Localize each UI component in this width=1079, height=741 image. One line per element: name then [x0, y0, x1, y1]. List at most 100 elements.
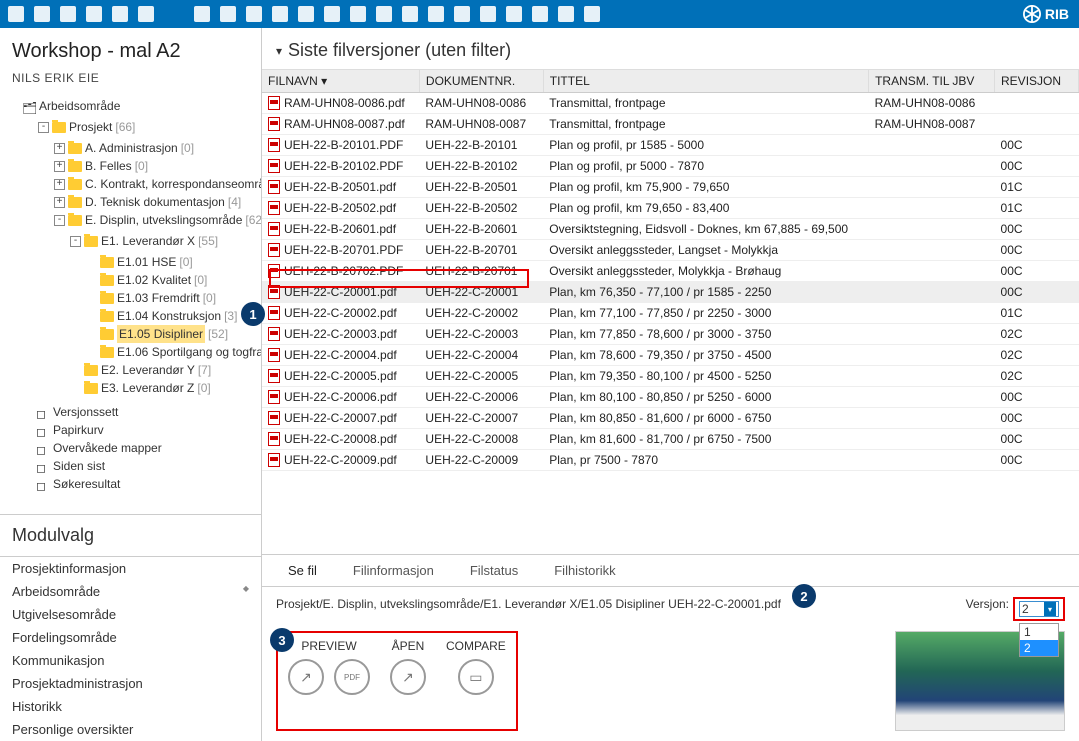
- toolbar-icon[interactable]: [220, 6, 236, 22]
- tree-item[interactable]: E1.01 HSE [0]: [86, 253, 261, 271]
- detail-tab[interactable]: Filstatus: [452, 555, 536, 586]
- tree-item[interactable]: -E. Displin, utvekslingsområde [62]-E1. …: [54, 211, 261, 397]
- table-row[interactable]: UEH-22-C-20003.pdfUEH-22-C-20003Plan, km…: [262, 324, 1079, 345]
- tree-item[interactable]: E1.06 Sportilgang og togframføring: [86, 343, 261, 361]
- expand-icon[interactable]: -: [54, 215, 65, 226]
- tree-extra-item[interactable]: ◻Søkeresultat: [22, 475, 261, 493]
- table-row[interactable]: UEH-22-C-20001.pdfUEH-22-C-20001Plan, km…: [262, 282, 1079, 303]
- file-grid-wrap[interactable]: FILNAVN ▾DOKUMENTNR.TITTELTRANSM. TIL JB…: [262, 69, 1079, 554]
- detail-tab[interactable]: Filhistorikk: [536, 555, 633, 586]
- expand-icon[interactable]: +: [54, 161, 65, 172]
- toolbar-icon[interactable]: [34, 6, 50, 22]
- toolbar-icon[interactable]: [350, 6, 366, 22]
- transmittal: [869, 324, 995, 345]
- tree-extra-item[interactable]: ◻Siden sist: [22, 457, 261, 475]
- module-item[interactable]: Personlige oversikter: [0, 718, 261, 741]
- tree-item[interactable]: E1.04 Konstruksjon [3]: [86, 307, 261, 325]
- toolbar-icon[interactable]: [86, 6, 102, 22]
- expand-icon[interactable]: +: [54, 143, 65, 154]
- toolbar-icon[interactable]: [246, 6, 262, 22]
- expand-icon[interactable]: -: [70, 236, 81, 247]
- table-row[interactable]: RAM-UHN08-0087.pdfRAM-UHN08-0087Transmit…: [262, 114, 1079, 135]
- tree-item[interactable]: E2. Leverandør Y [7]: [70, 361, 261, 379]
- table-row[interactable]: UEH-22-B-20701.PDFUEH-22-B-20701Oversikt…: [262, 240, 1079, 261]
- table-row[interactable]: UEH-22-C-20008.pdfUEH-22-C-20008Plan, km…: [262, 429, 1079, 450]
- preview-pdf-button[interactable]: PDF: [334, 659, 370, 695]
- expand-icon[interactable]: +: [54, 179, 65, 190]
- tree-item[interactable]: +C. Kontrakt, korrespondanseområdet [0]: [54, 175, 261, 193]
- table-row[interactable]: UEH-22-B-20601.pdfUEH-22-B-20601Oversikt…: [262, 219, 1079, 240]
- compare-button[interactable]: ▭: [458, 659, 494, 695]
- detail-tab[interactable]: Se fil: [270, 555, 335, 586]
- table-row[interactable]: UEH-22-B-20101.PDFUEH-22-B-20101Plan og …: [262, 135, 1079, 156]
- version-option[interactable]: 2: [1020, 640, 1058, 656]
- dropdown-arrow-icon: ▾: [1044, 602, 1056, 616]
- table-row[interactable]: RAM-UHN08-0086.pdfRAM-UHN08-0086Transmit…: [262, 93, 1079, 114]
- toolbar-icon[interactable]: [298, 6, 314, 22]
- table-row[interactable]: UEH-22-C-20006.pdfUEH-22-C-20006Plan, km…: [262, 387, 1079, 408]
- toolbar-icon[interactable]: [454, 6, 470, 22]
- version-select[interactable]: 2 ▾: [1019, 601, 1059, 617]
- version-option[interactable]: 1: [1020, 624, 1058, 640]
- tree-item[interactable]: +D. Teknisk dokumentasjon [4]: [54, 193, 261, 211]
- tree-item[interactable]: +A. Administrasjon [0]: [54, 139, 261, 157]
- chevron-down-icon[interactable]: ▾: [276, 44, 282, 58]
- expand-icon[interactable]: +: [54, 197, 65, 208]
- tree-item[interactable]: E1.05 Disipliner [52]: [86, 325, 261, 343]
- module-item[interactable]: Kommunikasjon: [0, 649, 261, 672]
- tree-root-item[interactable]: 🗂Arbeidsområde-Prosjekt [66]+A. Administ…: [22, 97, 261, 397]
- toolbar-icon[interactable]: [376, 6, 392, 22]
- expand-icon[interactable]: -: [38, 122, 49, 133]
- tree-item[interactable]: E1.03 Fremdrift [0]: [86, 289, 261, 307]
- column-header[interactable]: TITTEL: [543, 70, 868, 93]
- preview-button[interactable]: ↗: [288, 659, 324, 695]
- table-row[interactable]: UEH-22-B-20501.pdfUEH-22-B-20501Plan og …: [262, 177, 1079, 198]
- tree-item[interactable]: E1.02 Kvalitet [0]: [86, 271, 261, 289]
- toolbar-icon[interactable]: [112, 6, 128, 22]
- column-header[interactable]: REVISJON: [995, 70, 1079, 93]
- toolbar-icon[interactable]: [324, 6, 340, 22]
- module-item[interactable]: Utgivelsesområde: [0, 603, 261, 626]
- tree-extra-item[interactable]: ◻Versjonssett: [22, 403, 261, 421]
- tree-item[interactable]: E3. Leverandør Z [0]: [70, 379, 261, 397]
- transmittal: [869, 366, 995, 387]
- toolbar-icon[interactable]: [194, 6, 210, 22]
- column-header[interactable]: DOKUMENTNR.: [419, 70, 543, 93]
- table-row[interactable]: UEH-22-B-20702.PDFUEH-22-B-20701Oversikt…: [262, 261, 1079, 282]
- module-item[interactable]: Fordelingsområde: [0, 626, 261, 649]
- table-row[interactable]: UEH-22-B-20502.pdfUEH-22-B-20502Plan og …: [262, 198, 1079, 219]
- folder-tree[interactable]: 🗂Arbeidsområde-Prosjekt [66]+A. Administ…: [0, 91, 261, 514]
- toolbar-icon[interactable]: [428, 6, 444, 22]
- table-row[interactable]: UEH-22-B-20102.PDFUEH-22-B-20102Plan og …: [262, 156, 1079, 177]
- open-button[interactable]: ↗: [390, 659, 426, 695]
- table-row[interactable]: UEH-22-C-20007.pdfUEH-22-C-20007Plan, km…: [262, 408, 1079, 429]
- tree-extra-item[interactable]: ◻Overvåkede mapper: [22, 439, 261, 457]
- tree-item[interactable]: +B. Felles [0]: [54, 157, 261, 175]
- file-name: RAM-UHN08-0087.pdf: [284, 117, 405, 131]
- toolbar-icon[interactable]: [532, 6, 548, 22]
- toolbar-icon[interactable]: [402, 6, 418, 22]
- toolbar-icon[interactable]: [506, 6, 522, 22]
- toolbar-icon[interactable]: [60, 6, 76, 22]
- toolbar-icon[interactable]: [8, 6, 24, 22]
- module-item[interactable]: Prosjektinformasjon: [0, 557, 261, 580]
- table-row[interactable]: UEH-22-C-20004.pdfUEH-22-C-20004Plan, km…: [262, 345, 1079, 366]
- toolbar-icon[interactable]: [584, 6, 600, 22]
- table-row[interactable]: UEH-22-C-20005.pdfUEH-22-C-20005Plan, km…: [262, 366, 1079, 387]
- tree-item[interactable]: -Prosjekt [66]+A. Administrasjon [0]+B. …: [38, 118, 261, 397]
- module-item[interactable]: Historikk: [0, 695, 261, 718]
- column-header[interactable]: FILNAVN ▾: [262, 70, 419, 93]
- table-row[interactable]: UEH-22-C-20002.pdfUEH-22-C-20002Plan, km…: [262, 303, 1079, 324]
- detail-tab[interactable]: Filinformasjon: [335, 555, 452, 586]
- module-item[interactable]: Prosjektadministrasjon: [0, 672, 261, 695]
- table-row[interactable]: UEH-22-C-20009.pdfUEH-22-C-20009Plan, pr…: [262, 450, 1079, 471]
- toolbar-icon[interactable]: [272, 6, 288, 22]
- tree-extra-item[interactable]: ◻Papirkurv: [22, 421, 261, 439]
- toolbar-icon[interactable]: [480, 6, 496, 22]
- toolbar-icon[interactable]: [138, 6, 154, 22]
- column-header[interactable]: TRANSM. TIL JBV: [869, 70, 995, 93]
- tree-item[interactable]: -E1. Leverandør X [55]E1.01 HSE [0]E1.02…: [70, 232, 261, 361]
- toolbar-icon[interactable]: [558, 6, 574, 22]
- module-item[interactable]: Arbeidsområde: [0, 580, 261, 603]
- pdf-icon: [268, 243, 280, 257]
